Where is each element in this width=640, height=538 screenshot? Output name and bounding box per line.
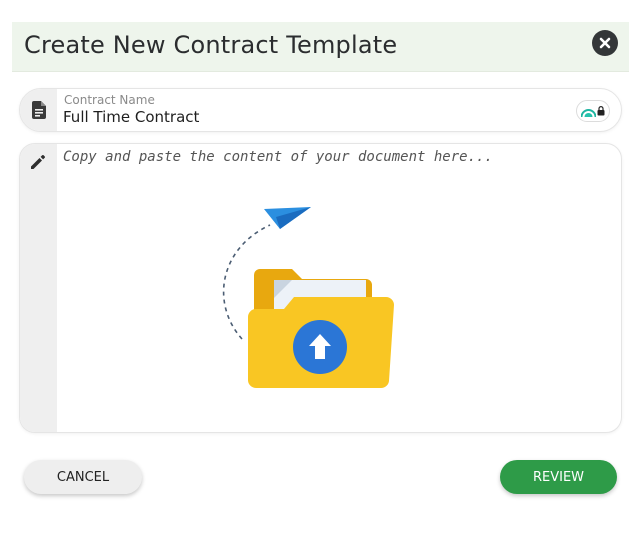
dialog-header: Create New Contract Template — [12, 22, 629, 72]
create-contract-dialog: Create New Contract Template Contract Na… — [0, 0, 640, 538]
document-content-area — [19, 143, 622, 433]
contract-name-input[interactable]: Full Time Contract — [63, 108, 199, 126]
contract-name-gutter — [20, 89, 57, 131]
review-button[interactable]: REVIEW — [500, 460, 617, 494]
contract-name-label: Contract Name — [64, 93, 155, 107]
close-icon — [599, 37, 611, 49]
pencil-icon — [31, 155, 45, 169]
document-icon — [31, 101, 46, 119]
cancel-button[interactable]: CANCEL — [24, 460, 142, 494]
dialog-title: Create New Contract Template — [24, 31, 398, 59]
lock-icon — [597, 106, 605, 116]
password-manager-logo-icon — [581, 108, 596, 117]
content-gutter — [20, 144, 57, 432]
close-button[interactable] — [592, 30, 618, 56]
password-manager-button[interactable] — [576, 100, 610, 122]
document-content-input[interactable] — [57, 144, 621, 432]
contract-name-field[interactable]: Contract Name Full Time Contract — [19, 88, 622, 132]
